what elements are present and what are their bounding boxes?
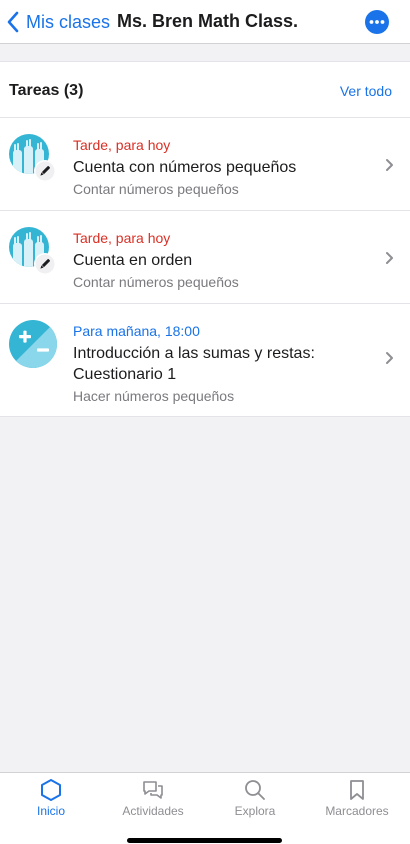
tab-explore[interactable]: Explora <box>204 773 306 829</box>
assignment-item[interactable]: Para mañana, 18:00 Introducción a las su… <box>0 304 410 417</box>
counting-hands-icon <box>9 134 56 182</box>
tab-bookmarks-label: Marcadores <box>325 804 389 818</box>
see-all-link[interactable]: Ver todo <box>340 83 392 99</box>
tab-bar: Inicio Actividades Explora Marcadores <box>0 772 410 844</box>
back-button-label: Mis clases <box>26 11 111 32</box>
tab-bookmarks[interactable]: Marcadores <box>306 773 408 829</box>
assignment-title: Introducción a las sumas y restas: Cuest… <box>73 345 315 383</box>
assignment-subtitle: Hacer números pequeños <box>73 388 235 404</box>
tab-home[interactable]: Inicio <box>0 773 102 829</box>
chat-bubbles-icon <box>143 781 163 799</box>
tab-home-label: Inicio <box>36 804 65 818</box>
assignment-subtitle: Contar números pequeños <box>73 181 239 197</box>
assignment-status: Tarde, para hoy <box>73 230 171 246</box>
page-title: Ms. Bren Math Class. <box>117 11 299 31</box>
assignment-title: Cuenta en orden <box>73 252 193 269</box>
tab-explore-label: Explora <box>234 804 276 818</box>
search-icon <box>245 780 265 800</box>
counting-hands-icon <box>9 227 56 275</box>
plus-minus-icon <box>9 320 57 368</box>
assignment-item[interactable]: Tarde, para hoy Cuenta en orden Contar n… <box>0 211 410 304</box>
assignment-status: Para mañana, 18:00 <box>73 323 200 339</box>
assignment-item[interactable]: Tarde, para hoy Cuenta con números peque… <box>0 118 410 211</box>
chevron-left-icon <box>7 11 19 33</box>
assignment-title: Cuenta con números pequeños <box>73 159 297 176</box>
tab-activities[interactable]: Actividades <box>102 773 204 829</box>
navigation-bar: Mis clases Ms. Bren Math Class. <box>0 0 410 44</box>
assignments-header: Tareas (3) Ver todo <box>0 62 410 118</box>
chevron-right-icon <box>386 159 393 171</box>
home-hexagon-icon <box>41 779 61 801</box>
assignments-card: Tareas (3) Ver todo Tarde, para hoy Cuen… <box>0 61 410 417</box>
assignments-title: Tareas (3) <box>9 82 84 99</box>
assignment-subtitle: Contar números pequeños <box>73 274 239 290</box>
assignment-text: Tarde, para hoy Cuenta en orden Contar n… <box>73 229 373 291</box>
back-button[interactable]: Mis clases <box>6 9 110 35</box>
more-options-button[interactable] <box>365 10 389 34</box>
screen: Mis clases Ms. Bren Math Class. Tareas (… <box>0 0 410 844</box>
assignment-text: Tarde, para hoy Cuenta con números peque… <box>73 136 373 198</box>
assignment-text: Para mañana, 18:00 Introducción a las su… <box>73 322 373 405</box>
bookmark-icon <box>350 780 364 800</box>
tab-activities-label: Actividades <box>122 804 184 818</box>
more-horizontal-icon <box>369 20 385 24</box>
chevron-right-icon <box>386 252 393 264</box>
assignment-status: Tarde, para hoy <box>73 137 171 153</box>
chevron-right-icon <box>386 352 393 364</box>
home-indicator <box>127 838 282 843</box>
